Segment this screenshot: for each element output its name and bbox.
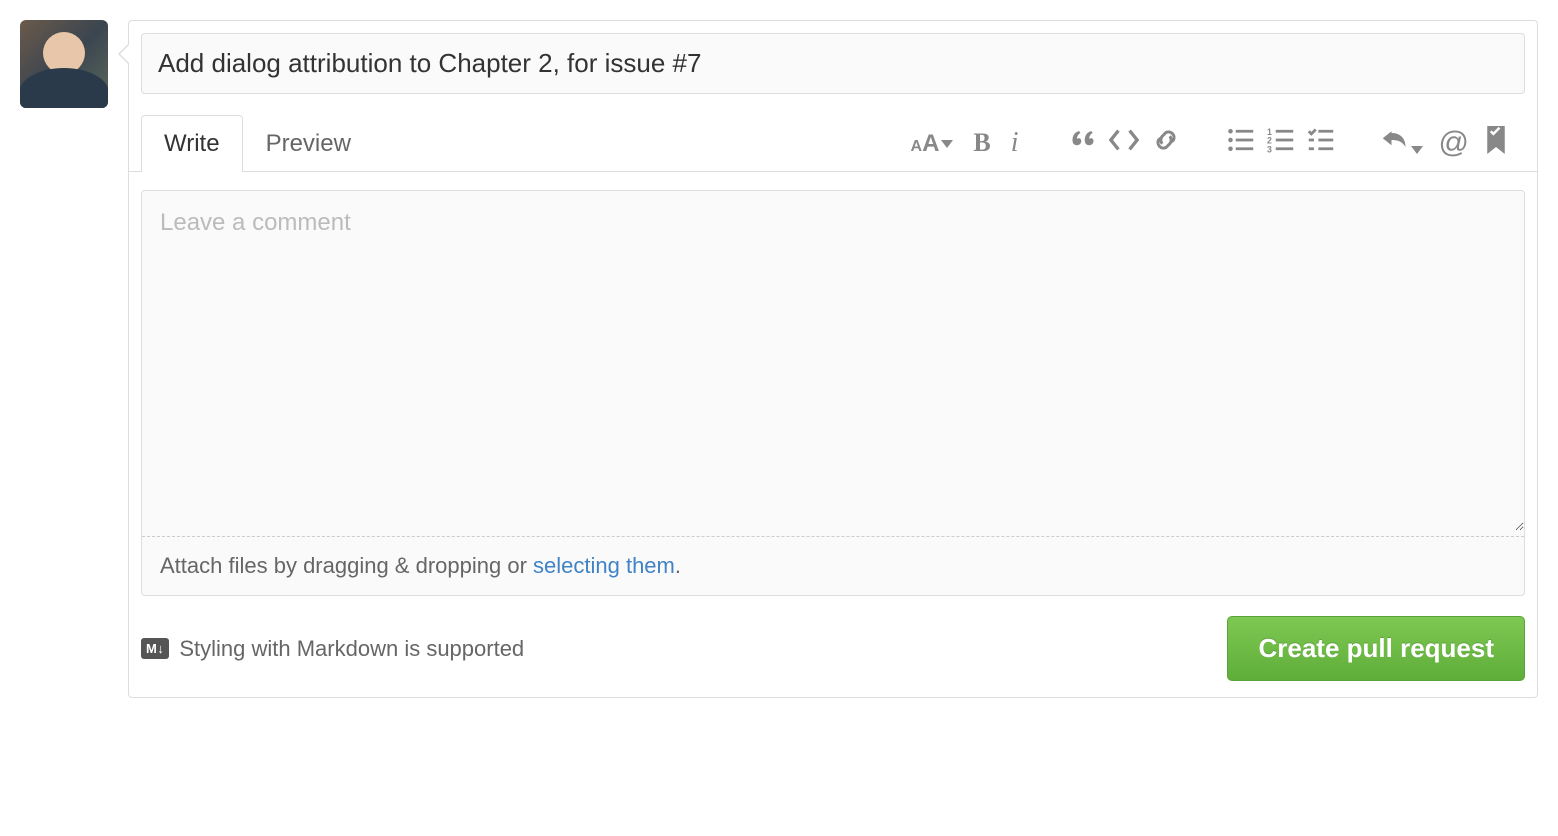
tab-preview[interactable]: Preview [243, 115, 374, 172]
comment-form: Write Preview AA B i [128, 20, 1538, 698]
reply-icon[interactable] [1381, 126, 1423, 159]
bookmark-icon[interactable] [1485, 126, 1507, 159]
unordered-list-icon[interactable] [1227, 126, 1255, 159]
title-input[interactable] [141, 33, 1525, 94]
create-pull-request-button[interactable]: Create pull request [1227, 616, 1525, 681]
markdown-icon: M↓ [141, 638, 169, 659]
attach-suffix: . [675, 553, 681, 578]
attach-prefix: Attach files by dragging & dropping or [160, 553, 533, 578]
avatar[interactable] [20, 20, 108, 108]
comment-textarea[interactable] [142, 191, 1524, 531]
formatting-toolbar: AA B i [889, 125, 1526, 160]
comment-editor-wrap: Attach files by dragging & dropping or s… [141, 190, 1525, 596]
attach-select-link[interactable]: selecting them [533, 553, 675, 578]
editor-tabs: Write Preview [141, 114, 374, 171]
task-list-icon[interactable] [1307, 126, 1335, 159]
link-icon[interactable] [1151, 125, 1181, 160]
mention-icon[interactable]: @ [1435, 126, 1473, 160]
attach-bar[interactable]: Attach files by dragging & dropping or s… [142, 536, 1524, 595]
editor-tab-row: Write Preview AA B i [129, 114, 1537, 172]
markdown-help-text: Styling with Markdown is supported [179, 636, 524, 662]
svg-text:3: 3 [1267, 144, 1272, 154]
text-size-button[interactable]: AA [907, 127, 958, 158]
tab-write[interactable]: Write [141, 115, 243, 172]
bold-button[interactable]: B [969, 128, 994, 158]
quote-icon[interactable] [1069, 126, 1097, 159]
italic-button[interactable]: i [1007, 127, 1023, 159]
markdown-help[interactable]: M↓ Styling with Markdown is supported [141, 636, 524, 662]
form-footer: M↓ Styling with Markdown is supported Cr… [129, 596, 1537, 697]
ordered-list-icon[interactable]: 123 [1267, 126, 1295, 159]
code-icon[interactable] [1109, 125, 1139, 160]
